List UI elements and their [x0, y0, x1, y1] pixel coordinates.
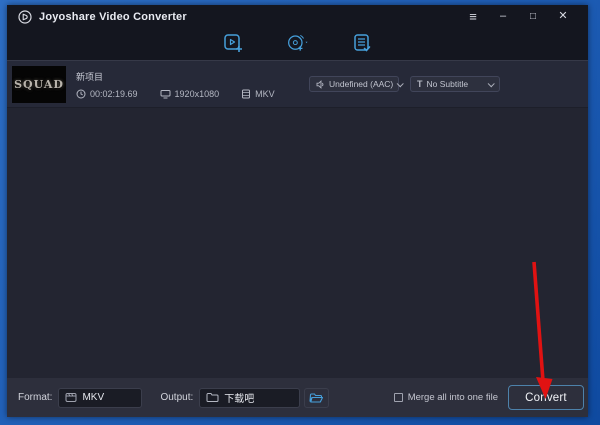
chevron-down-icon	[397, 80, 404, 87]
file-info: 新项目 00:02:19.69	[76, 70, 297, 99]
subtitle-t-icon: T	[417, 79, 423, 89]
app-logo-icon	[18, 10, 32, 24]
film-icon	[241, 89, 251, 99]
clock-icon	[76, 89, 86, 99]
file-name: 新项目	[76, 70, 297, 83]
subtitle-dropdown[interactable]: T No Subtitle	[410, 76, 500, 92]
format-label: Format:	[18, 392, 52, 403]
audio-track-value: Undefined (AAC)	[329, 79, 393, 89]
merge-toggle[interactable]: Merge all into one file	[394, 392, 498, 403]
resolution-value: 1920x1080	[175, 89, 220, 99]
folder-icon	[206, 392, 219, 403]
chevron-down-icon	[488, 80, 495, 87]
add-video-icon[interactable]	[222, 31, 246, 55]
app-window: Joyoshare Video Converter ≡ – □ ✕	[7, 5, 588, 417]
format-group: MKV	[241, 89, 275, 99]
format-film-icon	[65, 392, 77, 403]
resolution-group: 1920x1080	[160, 89, 220, 99]
track-dropdowns: Undefined (AAC) T No Subtitle	[309, 76, 500, 92]
video-thumbnail: SQUAD	[12, 66, 66, 103]
output-path-value: 下载吧	[224, 390, 254, 405]
file-list-row[interactable]: SQUAD 新项目 00:02:19.69	[7, 61, 588, 108]
desktop-background: Joyoshare Video Converter ≡ – □ ✕	[0, 0, 600, 425]
window-title: Joyoshare Video Converter	[39, 11, 187, 23]
output-label: Output:	[160, 392, 193, 403]
merge-checkbox[interactable]	[394, 393, 403, 402]
load-disc-icon[interactable]	[286, 31, 310, 55]
format-select[interactable]: MKV	[58, 388, 142, 408]
duration-value: 00:02:19.69	[90, 89, 138, 99]
minimize-icon[interactable]: –	[488, 7, 518, 27]
audio-track-dropdown[interactable]: Undefined (AAC)	[309, 76, 399, 92]
open-folder-icon	[309, 392, 324, 404]
file-format-value: MKV	[255, 89, 275, 99]
menu-icon[interactable]: ≡	[458, 7, 488, 27]
title-bar: Joyoshare Video Converter ≡ – □ ✕	[7, 5, 588, 28]
output-path-field[interactable]: 下载吧	[199, 388, 300, 408]
display-icon	[160, 89, 171, 99]
merge-label: Merge all into one file	[408, 392, 498, 403]
window-controls: ≡ – □ ✕	[458, 7, 578, 27]
thumbnail-title-text: SQUAD	[14, 78, 64, 91]
file-list-empty-area	[7, 108, 588, 378]
converted-list-icon[interactable]	[350, 31, 374, 55]
duration-group: 00:02:19.69	[76, 89, 138, 99]
speaker-icon	[316, 80, 325, 89]
toolbar	[7, 28, 588, 61]
subtitle-value: No Subtitle	[427, 79, 469, 89]
format-value: MKV	[82, 392, 104, 403]
browse-output-button[interactable]	[304, 388, 329, 408]
maximize-icon[interactable]: □	[518, 7, 548, 27]
file-meta: 00:02:19.69 1920x1080	[76, 89, 297, 99]
convert-button[interactable]: Convert	[508, 385, 584, 410]
bottom-bar: Format: MKV Output: 下载吧	[7, 378, 588, 417]
close-icon[interactable]: ✕	[548, 7, 578, 27]
